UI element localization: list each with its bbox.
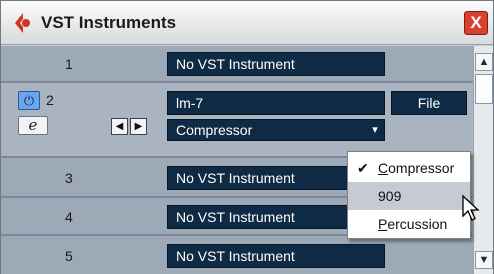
cubase-logo-icon [15,13,30,33]
scroll-down-button[interactable]: ▼ [475,251,493,269]
preset-value: Compressor [176,122,253,138]
slot-number: 3 [65,170,73,186]
title-bar[interactable]: VST Instruments X [1,1,493,45]
window-title: VST Instruments [41,13,177,32]
slot-row-5: 5 No VST Instrument [1,236,473,274]
scroll-up-button[interactable]: ▲ [475,53,493,71]
next-preset-button[interactable]: ▶ [130,118,147,135]
power-icon: ⏻ [23,93,35,108]
slot-number: 5 [65,248,73,264]
power-button[interactable]: ⏻ [18,91,40,110]
triangle-left-icon: ◀ [115,121,124,132]
scrollbar-thumb[interactable] [475,74,493,104]
menu-item-909[interactable]: 909 [348,182,470,210]
close-button[interactable]: X [464,11,488,35]
instrument-selector[interactable]: lm-7 [167,91,385,115]
triangle-right-icon: ▶ [134,121,143,132]
chevron-up-icon: ▲ [478,56,490,68]
menu-item-percussion[interactable]: Percussion [348,210,470,238]
previous-preset-button[interactable]: ◀ [111,118,128,135]
checkmark-icon: ✔ [357,160,369,176]
preset-dropdown-menu: ✔ Compressor 909 Percussion [347,151,471,239]
chevron-down-icon: ▼ [478,254,490,266]
preset-selector[interactable]: Compressor [167,119,385,141]
vertical-scrollbar[interactable]: ▲ ▼ [473,46,493,274]
slot-number: 4 [65,209,73,225]
slot-number: 2 [46,92,54,108]
slot-number: 1 [65,56,73,72]
edit-instrument-button[interactable]: e [18,116,48,135]
edit-icon: e [28,116,38,134]
menu-item-compressor[interactable]: ✔ Compressor [348,154,470,182]
chevron-down-icon[interactable]: ▾ [365,120,385,140]
mouse-pointer-icon [462,194,480,221]
instrument-selector[interactable]: No VST Instrument [167,52,385,76]
instrument-selector[interactable]: No VST Instrument [167,244,385,268]
slot-row-1: 1 No VST Instrument [1,46,473,83]
slot-row-2: ⏻ 2 e ◀ ▶ lm-7 File Compressor ▾ [1,83,473,158]
file-button[interactable]: File [391,91,467,115]
close-icon: X [470,13,482,32]
vst-instruments-window: VST Instruments X 1 No VST Instrument ⏻ … [0,0,494,274]
